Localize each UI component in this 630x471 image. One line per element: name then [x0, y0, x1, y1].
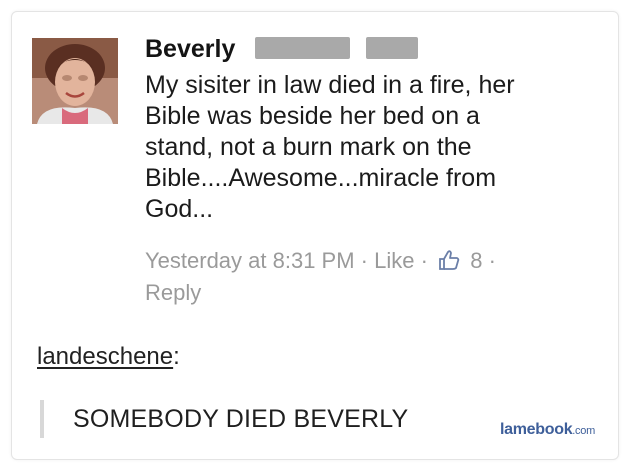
meta-separator: ·: [420, 248, 428, 273]
redacted-name-block: [366, 37, 418, 59]
meta-separator: ·: [360, 248, 368, 273]
username-colon: :: [173, 343, 180, 370]
reply-link[interactable]: Reply: [145, 278, 201, 308]
redacted-name-block: [255, 37, 350, 59]
thumbs-up-icon[interactable]: [438, 248, 460, 280]
comment-meta: Yesterday at 8:31 PM · Like · 8 ·: [145, 245, 605, 280]
tumblr-reply-quote: SOMEBODY DIED BEVERLY: [73, 405, 409, 433]
avatar[interactable]: [32, 38, 118, 124]
meta-separator: ·: [488, 248, 496, 273]
tumblr-username: landeschene:: [37, 342, 180, 372]
lamebook-watermark: lamebook.com: [500, 420, 595, 441]
watermark-domain: .com: [572, 425, 595, 437]
watermark-brand: lamebook: [500, 421, 573, 438]
tumblr-username-link[interactable]: landeschene: [37, 343, 173, 370]
comment-author-name[interactable]: Beverly: [145, 34, 235, 64]
like-link[interactable]: Like: [374, 248, 414, 273]
comment-timestamp[interactable]: Yesterday at 8:31 PM: [145, 248, 355, 273]
like-count: 8: [470, 248, 483, 273]
blockquote-bar: [40, 400, 44, 438]
comment-text: My sisiter in law died in a fire, her Bi…: [145, 71, 515, 223]
